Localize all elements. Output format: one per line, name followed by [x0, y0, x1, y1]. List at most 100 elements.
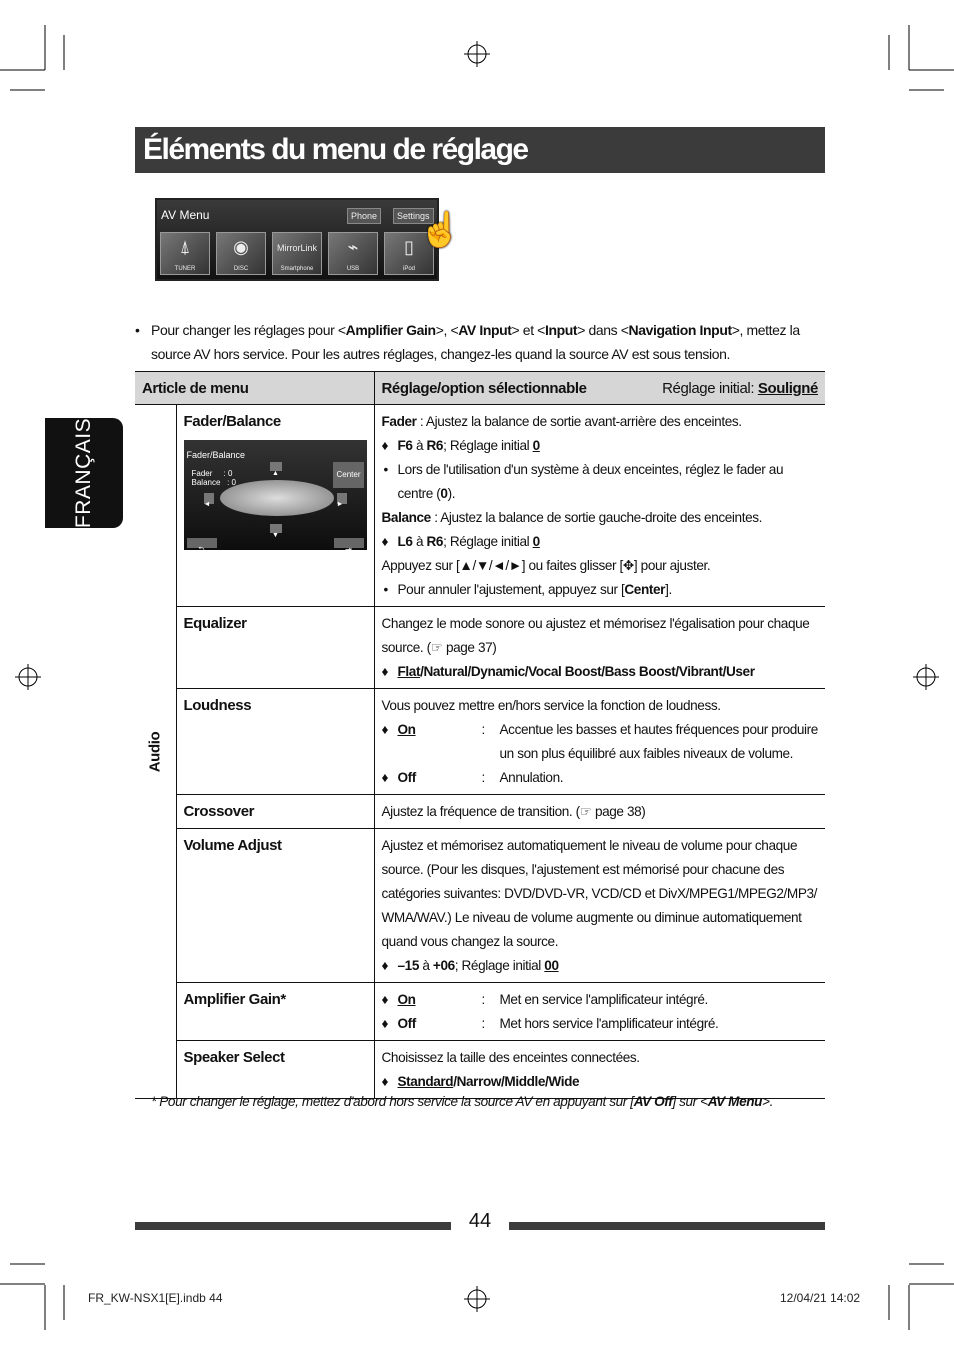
- page-bar-right: [509, 1222, 825, 1230]
- text-segment: ; Réglage initial: [443, 438, 533, 453]
- tuner-tile: ⍋ TUNER: [160, 232, 210, 275]
- table-row: Audio Fader/Balance Fader/Balance Fader : 0…: [135, 404, 825, 1099]
- setting-cell: On:Met en service l'amplificateur intégr…: [374, 982, 825, 1041]
- menu-item-label: Speaker Select: [183, 1049, 286, 1066]
- text-segment: AV Off: [633, 1094, 673, 1109]
- left-arrow-icon: ◄: [203, 493, 214, 508]
- header-item: Article de menu: [135, 371, 374, 405]
- menu-item-label: Crossover: [183, 803, 255, 820]
- text-segment: Flat: [397, 664, 421, 679]
- text-segment: ].: [665, 582, 672, 597]
- menu-item: Crossover: [176, 794, 375, 829]
- text-segment: AV Input: [458, 322, 512, 338]
- menu-item: Loudness: [176, 688, 375, 795]
- option-range: L6 à R6; Réglage initial 0: [382, 530, 819, 554]
- settings-table: Article de menu Réglage/option sélection…: [135, 371, 825, 1099]
- text-segment: ; Réglage initial: [443, 534, 533, 549]
- text-segment: : Ajustez la balance de sortie gauche-dr…: [430, 510, 763, 525]
- text-segment: Amplifier Gain: [345, 322, 436, 338]
- text-segment: /Natural/Dynamic/Vocal Boost/Bass Boost/…: [420, 664, 755, 679]
- description: Appuyez sur [▲/▼/◄/►] ou faites glisser …: [382, 554, 819, 578]
- phone-button: Phone: [347, 208, 382, 224]
- description: Changez le mode sonore ou ajustez et mém…: [382, 612, 819, 660]
- text-segment: R6: [426, 534, 444, 549]
- text-segment: 0: [532, 438, 541, 453]
- text-segment: AV Menu: [707, 1094, 763, 1109]
- right-arrow-icon: ►: [336, 493, 347, 508]
- text-segment: > dans <: [577, 322, 629, 338]
- disc-icon: ◉: [233, 237, 249, 257]
- text-segment: ).: [447, 486, 456, 501]
- text-segment: Input: [544, 322, 578, 338]
- option-range: F6 à R6; Réglage initial 0: [382, 434, 819, 458]
- menu-item-label: Loudness: [183, 697, 252, 714]
- intro-note: Pour changer les réglages pour <Amplifie…: [135, 318, 825, 366]
- option-range: –15 à +06; Réglage initial 00: [382, 954, 819, 978]
- menu-item-label: Fader/Balance: [183, 413, 282, 430]
- registration-mark-top: [464, 41, 490, 67]
- table-row: Volume Adjust Ajustez et mémorisez automa…: [135, 828, 825, 983]
- menu-item: Equalizer: [176, 606, 375, 689]
- text-segment: 0: [440, 486, 448, 501]
- menu-item: Fader/Balance Fader/Balance Fader : 0 Balan…: [176, 404, 375, 607]
- description: Fader : Ajustez la balance de sortie ava…: [382, 410, 819, 434]
- table-row: Equalizer Changez le mode sonore ou ajust…: [135, 606, 825, 689]
- text-segment: 0: [532, 534, 541, 549]
- back-icon: ⮌: [186, 538, 217, 554]
- bullet-note: Lors de l'utilisation d'un système à deu…: [382, 458, 819, 506]
- description: Balance : Ajustez la balance de sortie g…: [382, 506, 819, 530]
- option-line: Off:Annulation.: [382, 766, 819, 790]
- text-segment: Lors de l'utilisation d'un système à deu…: [397, 462, 784, 501]
- setting-cell: Vous pouvez mettre en/hors service la fo…: [374, 688, 825, 795]
- setting-cell: Changez le mode sonore ou ajustez et mém…: [374, 606, 825, 689]
- menu-item: Volume Adjust: [176, 828, 375, 983]
- text-segment: Vous pouvez mettre en/hors service la fo…: [381, 698, 722, 713]
- description: Ajustez et mémorisez automatiquement le …: [382, 834, 819, 954]
- menu-item-label: Volume Adjust: [183, 837, 283, 854]
- text-segment: Ajustez la fréquence de transition. (☞ p…: [381, 804, 646, 819]
- language-label: FRANÇAIS: [72, 417, 95, 529]
- print-date: 12/04/21 14:02: [780, 1291, 861, 1305]
- text-segment: Appuyez sur [▲/▼/◄/►] ou faites glisser …: [381, 558, 711, 573]
- pointing-hand-icon: ☝: [419, 211, 462, 249]
- description: Ajustez la fréquence de transition. (☞ p…: [382, 800, 819, 824]
- category-cell: Audio: [135, 404, 177, 1099]
- menu-item: Speaker Select: [176, 1040, 375, 1099]
- text-segment: /Narrow/Middle/Wide: [453, 1074, 580, 1089]
- text-segment: >.: [762, 1094, 773, 1109]
- page-title: Éléments du menu de réglage: [135, 127, 825, 173]
- description: Vous pouvez mettre en/hors service la fo…: [382, 694, 819, 718]
- menu-item: Amplifier Gain*: [176, 982, 375, 1041]
- table-row: Loudness Vous pouvez mettre en/hors servi…: [135, 688, 825, 795]
- header-setting: Réglage/option sélectionnable Réglage ini…: [373, 371, 825, 405]
- text-segment: Pour changer les réglages pour <: [151, 322, 346, 338]
- text-segment: Ajustez et mémorisez automatiquement le …: [381, 838, 818, 949]
- text-segment: 00: [544, 958, 559, 973]
- setting-cell: Fader : Ajustez la balance de sortie ava…: [374, 404, 825, 607]
- table-row: Crossover Ajustez la fréquence de transit…: [135, 794, 825, 829]
- car-diagram: [219, 480, 334, 516]
- menu-item-label: Equalizer: [183, 615, 247, 632]
- av-menu-title: AV Menu: [161, 208, 210, 222]
- text-segment: Standard: [397, 1074, 454, 1089]
- menu-item-label: Amplifier Gain*: [183, 991, 287, 1008]
- av-menu-screenshot: AV Menu Phone Settings ⍋ TUNER ◉ DISC Mirr…: [155, 198, 461, 281]
- text-segment: ] sur <: [672, 1094, 708, 1109]
- language-tab: FRANÇAIS: [45, 418, 123, 528]
- description: Choisissez la taille des enceintes conne…: [382, 1046, 819, 1070]
- option-range: Flat/Natural/Dynamic/Vocal Boost/Bass Bo…: [382, 660, 819, 684]
- text-segment: Pour annuler l'ajustement, appuyez sur [: [397, 582, 625, 597]
- text-segment: ; Réglage initial: [454, 958, 545, 973]
- text-segment: –15: [397, 958, 420, 973]
- text-segment: Fader: [381, 414, 417, 429]
- print-file: FR_KW-NSX1[E].indb 44: [88, 1291, 223, 1305]
- text-segment: : Ajustez la balance de sortie avant-arr…: [416, 414, 742, 429]
- option-line: On:Met en service l'amplificateur intégr…: [382, 988, 819, 1012]
- table-row: Amplifier Gain* On:Met en service l'ampli…: [135, 982, 825, 1041]
- text-segment: Navigation Input: [628, 322, 732, 338]
- up-arrow-icon: ▲: [269, 462, 282, 477]
- fader-balance-screenshot: Fader/Balance Fader : 0 Balance : 0 Center ▲…: [183, 440, 367, 554]
- usb-icon: ⌁: [347, 237, 359, 257]
- text-segment: * Pour changer le réglage, mettez d'abor…: [151, 1094, 634, 1109]
- table-row: Speaker Select Choisissez la taille des e…: [135, 1040, 825, 1099]
